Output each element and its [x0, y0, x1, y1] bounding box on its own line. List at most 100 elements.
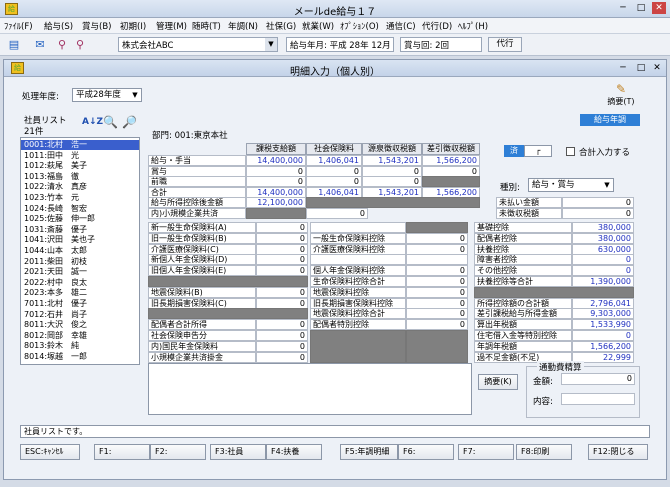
- grid-value-cell[interactable]: 1,566,200: [422, 186, 480, 198]
- insurance-value[interactable]: 0: [256, 222, 308, 233]
- minimize-button[interactable]: ─: [616, 2, 630, 14]
- commute-amount-input[interactable]: 0: [561, 373, 635, 385]
- unpaid-value[interactable]: 0: [562, 197, 634, 208]
- grid-value-cell[interactable]: 14,400,000: [246, 186, 306, 198]
- employee-item[interactable]: 1012:萩尾 美子: [21, 161, 139, 171]
- close-button[interactable]: ✕: [652, 2, 666, 14]
- deduction-value[interactable]: 0: [406, 232, 468, 244]
- menu-initial[interactable]: 初期(I): [120, 20, 146, 32]
- insurance-value[interactable]: 0: [256, 232, 308, 244]
- chevron-down-icon[interactable]: ▼: [265, 38, 277, 51]
- fkey-f4[interactable]: F4:扶養: [266, 444, 322, 460]
- deduction-value[interactable]: 0: [406, 319, 468, 331]
- menu-option[interactable]: ｵﾌﾟｼｮﾝ(O): [340, 20, 379, 32]
- employee-item[interactable]: 1025:佐藤 伸一郎: [21, 214, 139, 224]
- fkey-f6[interactable]: F6:: [398, 444, 454, 460]
- summary-button[interactable]: ✎ 摘要(T): [606, 82, 636, 106]
- employee-list[interactable]: 0001:北村 浩一 1011:田中 光 1012:萩尾 美子 1013:福島 徹 10…: [20, 137, 140, 365]
- fkey-f8[interactable]: F8:印刷: [516, 444, 572, 460]
- search-icon[interactable]: 🔍: [103, 115, 118, 129]
- insurance-value[interactable]: 0: [256, 351, 308, 363]
- menu-file[interactable]: ﾌｧｲﾙ(F): [4, 20, 33, 32]
- kind-select[interactable]: 給与・賞与 ▼: [528, 178, 614, 192]
- chevron-down-icon[interactable]: ▼: [130, 90, 140, 100]
- grid-value-cell[interactable]: 0: [306, 165, 362, 177]
- unpaid-value[interactable]: 0: [562, 208, 634, 219]
- zoom-in-icon[interactable]: ⚲: [54, 37, 70, 53]
- grid-value-cell[interactable]: 0: [246, 165, 306, 177]
- employee-item[interactable]: 1013:福島 徹: [21, 172, 139, 182]
- grid-value-cell[interactable]: 1,406,041: [306, 155, 362, 166]
- tax-value[interactable]: 380,000: [572, 222, 634, 233]
- employee-item[interactable]: 2021:天田 誠一: [21, 267, 139, 277]
- employee-item[interactable]: 7012:石井 尚子: [21, 310, 139, 320]
- tax-value[interactable]: 630,000: [572, 243, 634, 255]
- sort-az-icon[interactable]: A↓Z: [82, 117, 103, 127]
- tax-value[interactable]: 0: [572, 330, 634, 341]
- employee-item[interactable]: 7011:北村 優子: [21, 299, 139, 309]
- employee-item[interactable]: 8012:岡部 幸雄: [21, 331, 139, 341]
- zoom-out-icon[interactable]: ⚲: [72, 37, 88, 53]
- total-input-checkbox[interactable]: [566, 147, 575, 156]
- employee-item[interactable]: 2023:本多 雄二: [21, 288, 139, 298]
- insurance-value[interactable]: 0: [256, 297, 308, 309]
- menu-salary[interactable]: 給与(S): [44, 20, 73, 32]
- menu-bonus[interactable]: 賞与(B): [82, 20, 111, 32]
- done-toggle-off[interactable]: ┌: [524, 145, 552, 157]
- company-select[interactable]: 株式会社ABC ▼: [118, 37, 278, 52]
- employee-item[interactable]: 1041:沢田 美也子: [21, 235, 139, 245]
- grid-value-cell[interactable]: 0: [422, 165, 480, 177]
- menu-help[interactable]: ﾍﾙﾌﾟ(H): [458, 20, 488, 32]
- fkey-f7[interactable]: F7:: [458, 444, 514, 460]
- employee-item[interactable]: 1022:清水 真彦: [21, 182, 139, 192]
- taxable-after-deduction-value[interactable]: 12,100,000: [246, 197, 306, 208]
- grid-value-cell[interactable]: 14,400,000: [246, 155, 306, 166]
- insurance-value[interactable]: 0: [256, 319, 308, 331]
- tax-value[interactable]: 380,000: [572, 232, 634, 244]
- employee-item[interactable]: 8014:塚越 一郎: [21, 352, 139, 362]
- grid-value-cell[interactable]: 0: [362, 176, 422, 187]
- employee-item[interactable]: 1031:斎藤 優子: [21, 225, 139, 235]
- tax-value[interactable]: 2,796,041: [572, 297, 634, 309]
- menu-insurance[interactable]: 社保(G): [266, 20, 296, 32]
- insurance-value[interactable]: 0: [256, 265, 308, 277]
- memo-area[interactable]: [148, 363, 472, 415]
- menu-agent[interactable]: 代行(D): [422, 20, 452, 32]
- fkey-f3[interactable]: F3:社員: [210, 444, 266, 460]
- tax-value[interactable]: 1,390,000: [572, 276, 634, 287]
- deduction-value[interactable]: 0: [406, 243, 468, 255]
- inner-minimize-button[interactable]: ─: [616, 62, 630, 74]
- grid-value-cell[interactable]: 1,543,201: [362, 186, 422, 198]
- insurance-value[interactable]: 0: [256, 286, 308, 298]
- grid-value-cell[interactable]: 0: [306, 176, 362, 187]
- tax-value[interactable]: 1,566,200: [572, 340, 634, 352]
- grid-value-cell[interactable]: 0: [362, 165, 422, 177]
- deduction-value[interactable]: 0: [406, 308, 468, 320]
- fkey-f12[interactable]: F12:閉じる: [588, 444, 648, 460]
- year-select[interactable]: 平成28年度 ▼: [72, 88, 142, 102]
- menu-work[interactable]: 就業(W): [302, 20, 334, 32]
- tax-value[interactable]: 0: [572, 254, 634, 266]
- inner-close-button[interactable]: ✕: [650, 62, 664, 74]
- grid-value-cell[interactable]: 1,543,201: [362, 155, 422, 166]
- fkey-esc[interactable]: ESC:ｷｬﾝｾﾙ: [20, 444, 80, 460]
- menu-manage[interactable]: 管理(M): [156, 20, 187, 32]
- small-business-value[interactable]: 0: [306, 208, 368, 219]
- deduction-value[interactable]: 0: [406, 276, 468, 287]
- fkey-f5[interactable]: F5:年調明細: [340, 444, 398, 460]
- commute-content-input[interactable]: [561, 393, 635, 405]
- employee-item[interactable]: 0001:北村 浩一: [21, 140, 139, 150]
- inner-maximize-button[interactable]: □: [634, 62, 648, 74]
- memo-button[interactable]: 摘要(K): [478, 374, 518, 390]
- done-toggle[interactable]: 済: [504, 145, 524, 157]
- employee-item[interactable]: 1023:竹本 元: [21, 193, 139, 203]
- menu-anytime[interactable]: 随時(T): [192, 20, 221, 32]
- deduction-value[interactable]: 0: [406, 286, 468, 298]
- fkey-f1[interactable]: F1:: [94, 444, 150, 460]
- list-icon[interactable]: ▤: [6, 37, 22, 53]
- employee-item[interactable]: 1044:山本 太郎: [21, 246, 139, 256]
- tab-year-end[interactable]: 給与年調: [580, 114, 640, 126]
- employee-item[interactable]: 8013:鈴木 純: [21, 341, 139, 351]
- employee-item[interactable]: 2022:村中 良太: [21, 278, 139, 288]
- employee-item[interactable]: 1011:田中 光: [21, 151, 139, 161]
